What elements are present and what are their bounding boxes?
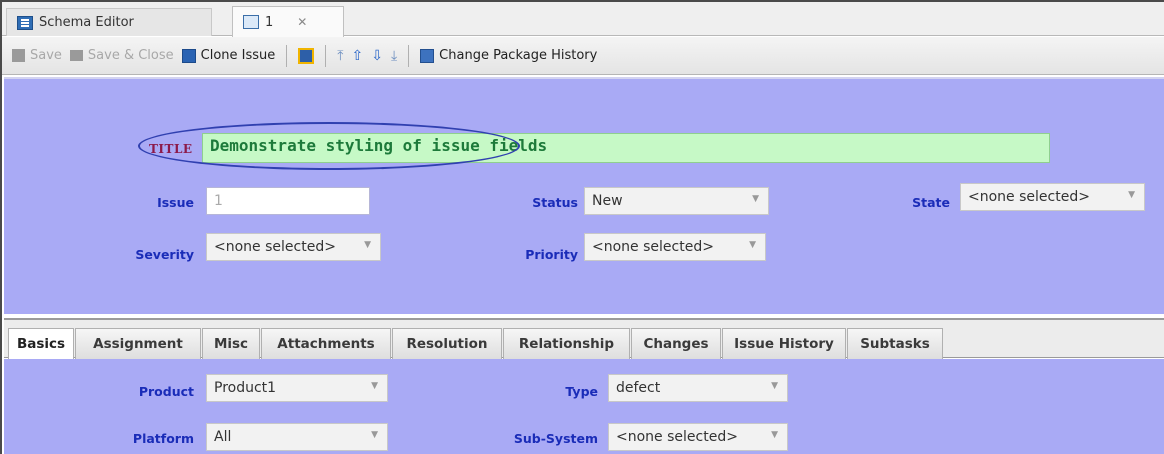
history-icon [420, 48, 435, 63]
close-icon[interactable]: ✕ [297, 15, 307, 29]
schema-icon [17, 15, 33, 30]
priority-value: <none selected> [592, 239, 714, 255]
floppy-disk-icon [298, 47, 315, 64]
tab-issue-history[interactable]: Issue History [722, 328, 846, 359]
chevron-down-icon: ▼ [771, 381, 778, 391]
state-value: <none selected> [968, 189, 1090, 205]
status-select[interactable]: New ▼ [584, 187, 769, 215]
save-icon [12, 49, 25, 62]
clone-label: Clone Issue [200, 48, 276, 63]
arrow-down-icon: ⇩ [371, 47, 383, 64]
chevron-down-icon: ▼ [371, 381, 378, 391]
basics-panel: Product Product1 ▼ Type defect ▼ Platfor… [4, 359, 1164, 454]
type-select[interactable]: defect ▼ [608, 374, 788, 402]
tab-assignment[interactable]: Assignment [75, 328, 201, 359]
priority-label: Priority [525, 247, 578, 262]
issue-section-tabs: Basics Assignment Misc Attachments Resol… [4, 318, 1164, 359]
chevron-down-icon: ▼ [371, 430, 378, 440]
save-button[interactable]: Save [12, 48, 62, 63]
issue-toolbar: Save Save & Close Clone Issue ⤒ ⇧ ⇩ ⤓ Ch… [2, 37, 1164, 75]
chevron-down-icon: ▼ [752, 194, 759, 204]
toolbar-separator [325, 44, 327, 67]
platform-label: Platform [132, 431, 194, 446]
arrow-bottom-icon: ⤓ [390, 47, 398, 64]
issue-header-panel: TITLE Demonstrate styling of issue field… [4, 77, 1164, 314]
status-label: Status [532, 195, 578, 210]
severity-value: <none selected> [214, 239, 336, 255]
platform-select[interactable]: All ▼ [206, 423, 388, 451]
chevron-down-icon: ▼ [364, 240, 371, 250]
save-close-icon [69, 50, 83, 61]
last-issue-button[interactable]: ⤓ [391, 48, 397, 64]
save-label: Save [30, 48, 62, 63]
toolbar-separator [286, 44, 288, 67]
issue-label: Issue [157, 195, 194, 210]
severity-label: Severity [135, 247, 194, 262]
chevron-down-icon: ▼ [1128, 190, 1135, 200]
severity-select[interactable]: <none selected> ▼ [206, 233, 381, 261]
issue-id-field[interactable]: 1 [206, 187, 370, 215]
subsystem-value: <none selected> [616, 429, 738, 445]
issue-doc-icon [243, 15, 259, 29]
toolbar-separator [408, 44, 410, 67]
type-label: Type [565, 384, 598, 399]
tab-resolution[interactable]: Resolution [392, 328, 502, 359]
arrow-up-icon: ⇧ [351, 47, 364, 64]
product-label: Product [138, 384, 194, 399]
subsystem-select[interactable]: <none selected> ▼ [608, 423, 788, 451]
tab-basics[interactable]: Basics [8, 328, 74, 359]
type-value: defect [616, 380, 661, 396]
first-issue-button[interactable]: ⤒ [337, 48, 343, 64]
chevron-down-icon: ▼ [771, 430, 778, 440]
product-value: Product1 [214, 380, 277, 396]
subsystem-label: Sub-System [513, 431, 598, 446]
tab-relationship[interactable]: Relationship [503, 328, 630, 359]
tab-issue-1[interactable]: 1 ✕ [232, 6, 344, 37]
chevron-down-icon: ▼ [749, 240, 756, 250]
platform-value: All [214, 429, 232, 445]
highlight-annotation [138, 122, 520, 170]
tab-subtasks[interactable]: Subtasks [847, 328, 943, 359]
floppy-button[interactable] [298, 47, 315, 64]
clone-icon [181, 48, 196, 63]
tab-changes[interactable]: Changes [631, 328, 721, 359]
priority-select[interactable]: <none selected> ▼ [584, 233, 766, 261]
status-value: New [592, 193, 623, 209]
tab-label: 1 [265, 14, 274, 30]
product-select[interactable]: Product1 ▼ [206, 374, 388, 402]
arrow-top-icon: ⤒ [337, 47, 344, 64]
previous-issue-button[interactable]: ⇧ [352, 48, 364, 64]
save-close-button[interactable]: Save & Close [69, 48, 174, 63]
change-history-label: Change Package History [439, 48, 598, 63]
change-package-history-button[interactable]: Change Package History [420, 48, 597, 63]
editor-tab-strip: Schema Editor 1 ✕ [2, 2, 1164, 37]
state-select[interactable]: <none selected> ▼ [960, 183, 1145, 211]
tab-schema-editor[interactable]: Schema Editor [6, 8, 212, 36]
save-close-label: Save & Close [87, 48, 174, 63]
next-issue-button[interactable]: ⇩ [371, 48, 383, 64]
tab-label: Schema Editor [39, 15, 134, 30]
tab-misc[interactable]: Misc [202, 328, 260, 359]
clone-issue-button[interactable]: Clone Issue [181, 48, 276, 63]
state-label: State [912, 195, 950, 210]
tab-attachments[interactable]: Attachments [261, 328, 391, 359]
